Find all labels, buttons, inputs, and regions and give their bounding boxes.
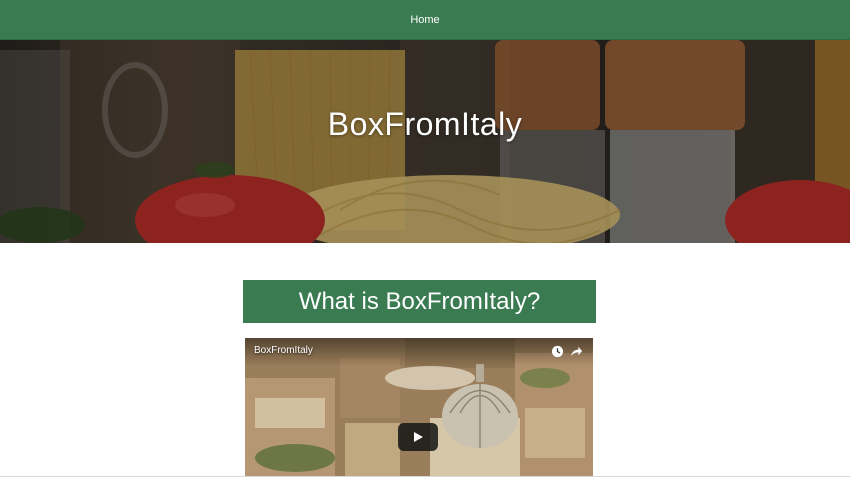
play-button[interactable] — [398, 423, 438, 451]
play-icon — [414, 432, 423, 442]
nav-link-home[interactable]: Home — [410, 14, 439, 26]
share-icon[interactable] — [570, 345, 583, 358]
section-title: What is BoxFromItaly? — [298, 287, 541, 315]
video-title[interactable]: BoxFromItaly — [254, 345, 313, 356]
hero-banner: BoxFromItaly — [0, 40, 850, 243]
clock-icon[interactable] — [551, 345, 564, 358]
hero-title: BoxFromItaly — [327, 106, 523, 142]
section-heading-box: What is BoxFromItaly? — [243, 280, 596, 323]
top-navbar: Home — [0, 0, 850, 40]
video-player[interactable]: BoxFromItaly — [245, 338, 593, 477]
